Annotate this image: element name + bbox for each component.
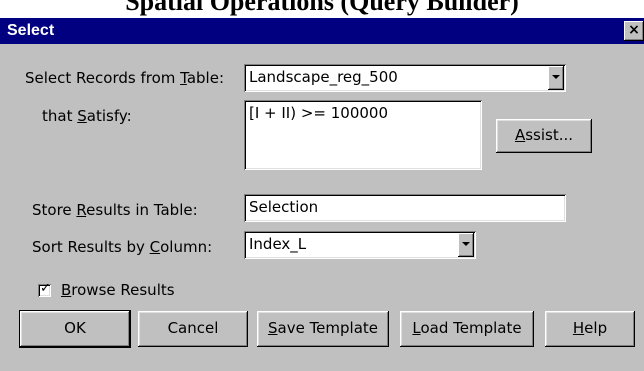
window-title: Select bbox=[7, 22, 55, 39]
table-dropdown[interactable]: Landscape_reg_500 bbox=[244, 64, 566, 92]
background-heading-text: Spatial Operations (Query Builder) bbox=[125, 0, 519, 16]
satisfy-label: that Satisfy: bbox=[42, 107, 132, 125]
background-document-strip: Spatial Operations (Query Builder) bbox=[0, 0, 644, 18]
ok-button[interactable]: OK bbox=[20, 311, 130, 347]
checkmark-icon: ✓ bbox=[40, 281, 51, 296]
store-results-value: Selection bbox=[249, 198, 319, 216]
sort-column-value: Index_L bbox=[249, 235, 307, 253]
load-template-button[interactable]: Load Template bbox=[400, 311, 534, 347]
select-records-label: Select Records from Table: bbox=[25, 69, 224, 87]
save-template-button[interactable]: Save Template bbox=[257, 311, 389, 347]
title-bar[interactable]: Select × bbox=[0, 18, 644, 44]
sort-results-label: Sort Results by Column: bbox=[32, 238, 213, 256]
close-button[interactable]: × bbox=[624, 21, 644, 41]
table-dropdown-value: Landscape_reg_500 bbox=[249, 68, 398, 86]
help-button[interactable]: Help bbox=[545, 311, 635, 347]
condition-expression: [I + II) >= 100000 bbox=[249, 104, 389, 122]
cancel-button[interactable]: Cancel bbox=[138, 311, 248, 347]
chevron-down-icon[interactable] bbox=[458, 233, 474, 257]
assist-button[interactable]: Assist... bbox=[496, 119, 592, 153]
condition-textarea[interactable]: [I + II) >= 100000 bbox=[244, 100, 482, 170]
close-icon: × bbox=[628, 22, 640, 38]
sort-column-dropdown[interactable]: Index_L bbox=[244, 231, 476, 259]
store-results-label: Store Results in Table: bbox=[32, 201, 198, 219]
select-dialog: Select × Select Records from Table: Land… bbox=[0, 18, 644, 371]
store-results-input[interactable]: Selection bbox=[244, 194, 566, 222]
chevron-down-icon[interactable] bbox=[548, 66, 564, 90]
browse-results-checkbox[interactable]: ✓ bbox=[38, 281, 51, 297]
browse-results-label[interactable]: Browse Results bbox=[61, 281, 175, 299]
